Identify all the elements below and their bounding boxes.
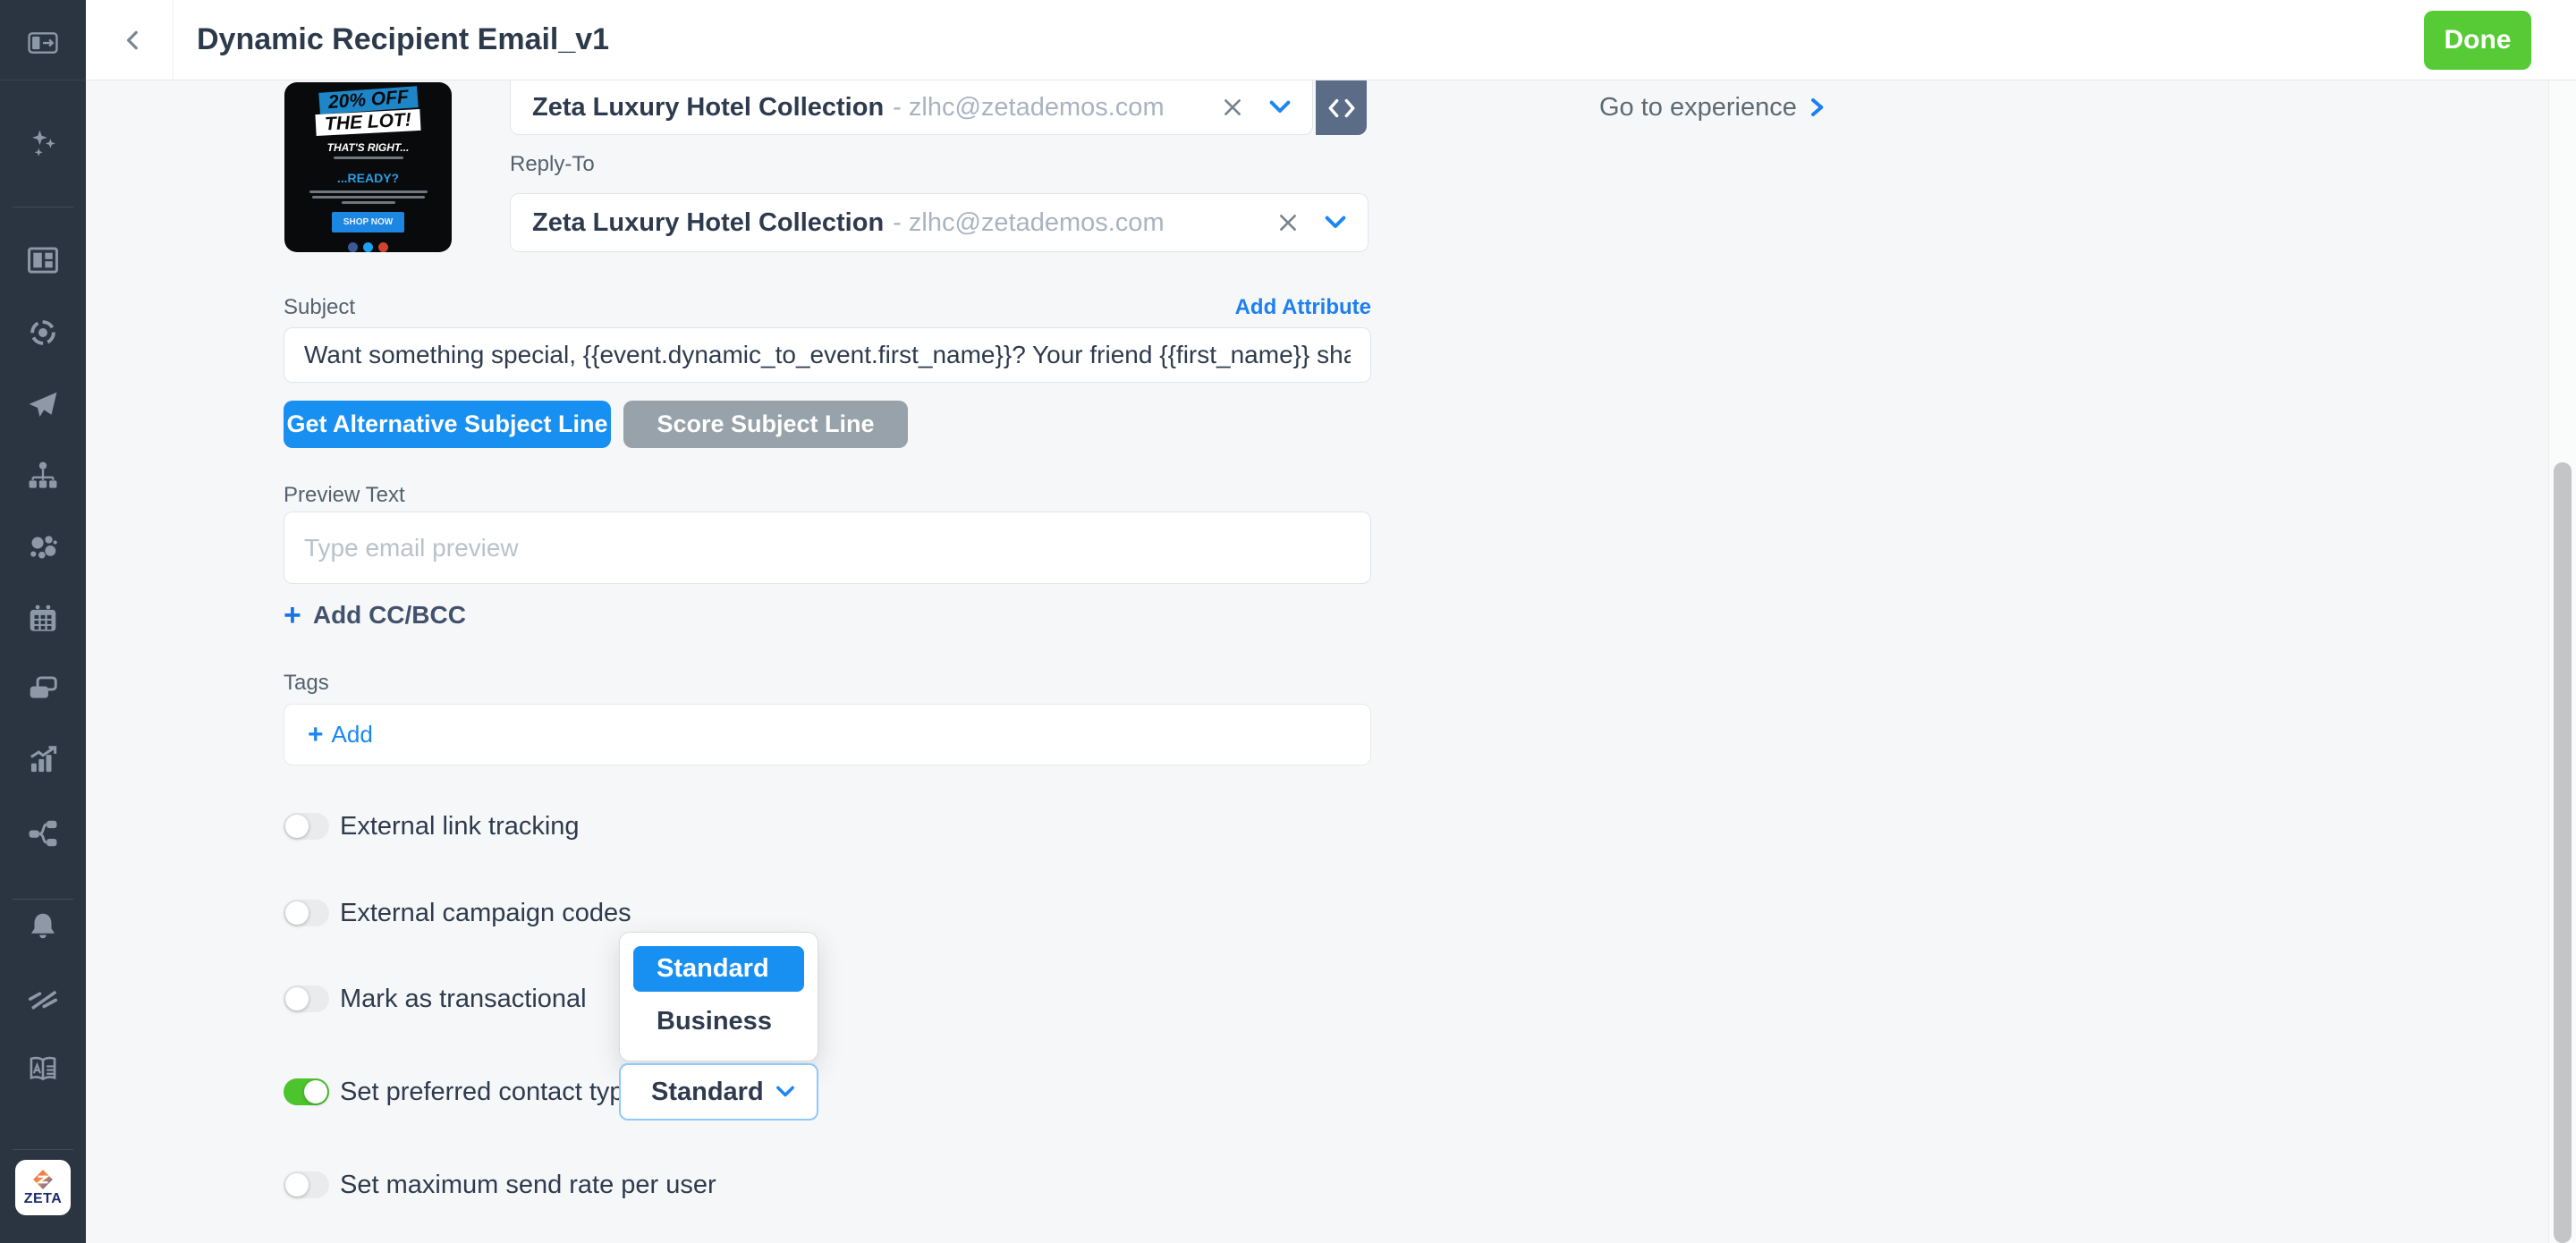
add-attribute-link[interactable]: Add Attribute — [1235, 295, 1371, 320]
thumb-shop-now-button: SHOP NOW — [332, 212, 404, 233]
toggle-row-set-maximum-send-rate: Set maximum send rate per user — [284, 1171, 716, 1199]
twitter-icon — [363, 242, 373, 252]
zeta-logo-text: ZETA — [24, 1191, 63, 1207]
knowledge-base-icon[interactable] — [24, 1051, 62, 1088]
back-button[interactable] — [113, 20, 154, 61]
reply-to-name: Zeta Luxury Hotel Collection — [532, 208, 884, 238]
reply-to-label: Reply-To — [510, 152, 595, 177]
toggle-label: External campaign codes — [340, 899, 631, 928]
dropdown-option-standard[interactable]: Standard — [633, 946, 804, 992]
add-cc-bcc-link[interactable]: + Add CC/BCC — [284, 597, 466, 633]
subject-label: Subject — [284, 295, 355, 320]
set-maximum-send-rate-toggle[interactable] — [284, 1171, 329, 1198]
add-cc-bcc-label: Add CC/BCC — [313, 601, 466, 630]
send-icon[interactable] — [24, 386, 62, 424]
facebook-icon — [348, 242, 358, 252]
plus-icon: + — [284, 600, 301, 630]
ai-sparkles-icon[interactable] — [24, 125, 62, 163]
preview-text-label: Preview Text — [284, 483, 405, 508]
toggle-row-external-link-tracking: External link tracking — [284, 812, 580, 841]
toggle-knob — [285, 901, 309, 925]
header-divider — [173, 0, 174, 80]
zeta-logo[interactable]: ZETA — [15, 1160, 71, 1215]
set-preferred-contact-type-toggle[interactable] — [284, 1078, 329, 1105]
go-to-experience-link[interactable]: Go to experience — [1599, 89, 1826, 125]
hierarchy-icon[interactable] — [24, 457, 62, 495]
google-plus-icon — [378, 242, 388, 252]
email-template-thumbnail[interactable]: 20% OFF THE LOT! THAT'S RIGHT... ...READ… — [284, 82, 452, 252]
add-tag-button[interactable]: + Add — [308, 721, 373, 748]
toggle-row-external-campaign-codes: External campaign codes — [284, 899, 631, 927]
clear-icon[interactable] — [1221, 96, 1244, 119]
zeta-diamond-icon — [31, 1169, 55, 1190]
sidebar: ZETA — [0, 0, 86, 1243]
chevron-down-icon — [775, 1086, 795, 1098]
toggle-knob — [304, 1080, 327, 1103]
subject-input[interactable] — [284, 327, 1371, 383]
external-campaign-codes-toggle[interactable] — [284, 900, 329, 926]
toggle-knob — [285, 1173, 309, 1196]
thumb-text-bar — [312, 196, 425, 199]
calendar-icon[interactable] — [24, 600, 62, 638]
chevron-right-icon — [1808, 97, 1826, 118]
toggle-row-set-preferred-contact-type: Set preferred contact type — [284, 1078, 639, 1106]
code-view-button[interactable] — [1316, 80, 1367, 135]
external-link-tracking-toggle[interactable] — [284, 813, 329, 840]
contact-type-select[interactable]: Standard — [619, 1063, 818, 1120]
app-screen: ZETA Dynamic Recipient Email_v1 Done Go … — [0, 0, 2576, 1243]
chevron-down-icon[interactable] — [1269, 100, 1291, 114]
toggle-label: Set maximum send rate per user — [340, 1171, 716, 1200]
reply-to-address: - zlhc@zetademos.com — [893, 208, 1164, 238]
tags-input-box[interactable]: + Add — [284, 704, 1371, 765]
subject-header-row: Subject Add Attribute — [284, 295, 1371, 320]
toggle-knob — [285, 987, 309, 1010]
page-title: Dynamic Recipient Email_v1 — [197, 0, 609, 80]
reply-to-select[interactable]: Zeta Luxury Hotel Collection - zlhc@zeta… — [510, 193, 1368, 252]
tags-label: Tags — [284, 671, 329, 696]
from-sender-select[interactable]: Zeta Luxury Hotel Collection - zlhc@zeta… — [510, 80, 1313, 135]
toggle-label: External link tracking — [340, 812, 580, 841]
add-tag-label: Add — [332, 721, 373, 748]
scrollbar-thumb[interactable] — [2554, 462, 2572, 1243]
thumb-text-bar — [309, 190, 428, 193]
code-icon — [1326, 95, 1357, 122]
header-bar: Dynamic Recipient Email_v1 Done — [86, 0, 2576, 80]
chevron-down-icon[interactable] — [1325, 216, 1346, 230]
sidebar-divider — [13, 899, 73, 900]
plus-icon: + — [308, 722, 324, 748]
target-icon[interactable] — [24, 314, 62, 351]
contact-type-value: Standard — [651, 1078, 764, 1107]
audience-icon[interactable] — [24, 529, 62, 567]
thumb-text-bar — [334, 156, 403, 159]
thumb-offer-banner-2: THE LOT! — [316, 109, 421, 136]
from-sender-address: - zlhc@zetademos.com — [893, 93, 1164, 123]
collection-icon[interactable] — [24, 671, 62, 708]
thumb-social-icons — [284, 242, 452, 252]
dashboard-icon[interactable] — [24, 241, 62, 279]
done-button[interactable]: Done — [2424, 11, 2531, 70]
go-to-experience-label: Go to experience — [1599, 93, 1797, 123]
from-sender-name: Zeta Luxury Hotel Collection — [532, 93, 884, 123]
analytics-icon[interactable] — [24, 741, 62, 779]
sidebar-divider — [13, 1149, 73, 1150]
speed-icon[interactable] — [24, 979, 62, 1017]
thumb-tagline: THAT'S RIGHT... — [284, 141, 452, 154]
toggle-knob — [285, 815, 309, 838]
score-subject-button[interactable]: Score Subject Line — [623, 401, 908, 448]
preview-text-input[interactable] — [284, 512, 1371, 584]
contact-type-dropdown-menu: Standard Business — [619, 932, 818, 1061]
workflow-split-icon[interactable] — [24, 815, 62, 852]
get-alternative-subject-button[interactable]: Get Alternative Subject Line — [284, 401, 611, 448]
toggle-row-mark-as-transactional: Mark as transactional — [284, 985, 587, 1013]
dropdown-option-business[interactable]: Business — [620, 1007, 818, 1036]
thumb-ready-text: ...READY? — [284, 171, 452, 185]
collapse-panel-icon[interactable] — [24, 24, 62, 62]
clear-icon[interactable] — [1276, 211, 1300, 234]
mark-as-transactional-toggle[interactable] — [284, 985, 329, 1012]
toggle-label: Set preferred contact type — [340, 1078, 639, 1107]
toggle-label: Mark as transactional — [340, 985, 587, 1014]
chevron-left-icon — [122, 29, 145, 52]
notifications-bell-icon[interactable] — [24, 908, 62, 945]
